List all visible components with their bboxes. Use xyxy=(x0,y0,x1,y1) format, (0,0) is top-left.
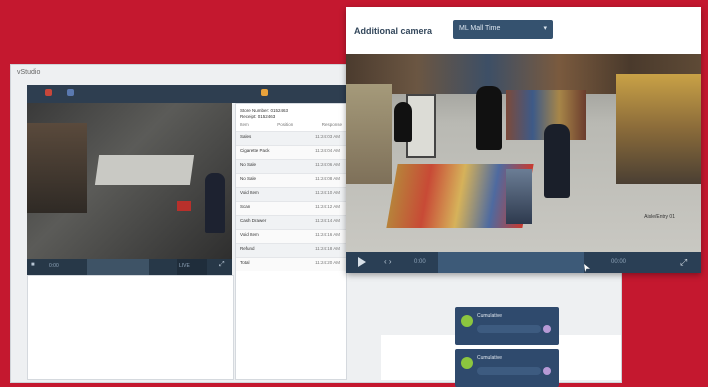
chevron-down-icon: ▾ xyxy=(543,25,547,32)
video-right-shelf xyxy=(616,74,701,184)
register-camera-video[interactable] xyxy=(27,103,232,275)
toolbar-red-icon[interactable] xyxy=(45,89,52,96)
back-live-label: LIVE xyxy=(179,263,190,269)
transaction-label: Cash Drawer xyxy=(240,218,267,223)
alert-label: Cumulative xyxy=(477,355,503,361)
transaction-time: 11:24:10 AM xyxy=(315,190,340,195)
status-green-icon xyxy=(461,357,473,369)
fullscreen-icon[interactable]: ⤢ xyxy=(680,257,687,268)
video-counter xyxy=(94,155,195,185)
col-position: Position xyxy=(277,122,294,127)
transaction-row[interactable]: No Sale 11:24:06 AM xyxy=(236,159,346,173)
back-top-toolbar xyxy=(27,85,357,103)
alert-card[interactable]: Cumulative xyxy=(455,349,559,387)
toolbar-orange-icon[interactable] xyxy=(261,89,268,96)
alert-bar xyxy=(477,367,541,375)
back-fullscreen-icon[interactable]: ⤢ xyxy=(219,261,225,269)
play-icon[interactable] xyxy=(358,257,366,267)
video-person xyxy=(476,86,502,150)
video-person xyxy=(205,173,225,233)
transaction-time: 11:24:20 AM xyxy=(315,260,340,265)
camera-select-dropdown[interactable]: ML Mall Time ▾ xyxy=(453,20,553,39)
status-green-icon xyxy=(461,315,473,327)
transaction-time: 11:24:14 AM xyxy=(315,218,340,223)
back-video-controls: ■ 0:00 LIVE ⤢ xyxy=(27,259,232,275)
col-response: Response xyxy=(321,122,342,127)
back-play-icon[interactable]: ■ xyxy=(31,262,35,268)
transaction-time: 11:24:18 AM xyxy=(315,246,340,251)
camera-select-value: ML Mall Time xyxy=(459,25,501,32)
transaction-row[interactable]: Cigarette Pack 11:24:04 AM xyxy=(236,145,346,159)
alert-label: Cumulative xyxy=(477,313,503,319)
transaction-label: Refund xyxy=(240,246,255,251)
video-item xyxy=(177,201,191,211)
video-left-shelf xyxy=(346,84,392,184)
back-lower-left-panel xyxy=(27,275,234,380)
transaction-row[interactable]: Total 11:24:20 AM xyxy=(236,257,346,271)
transaction-label: Void Item xyxy=(240,232,259,237)
transaction-list: Sales 11:24:03 AM Cigarette Pack 11:24:04 A… xyxy=(236,131,346,271)
additional-camera-title: Additional camera xyxy=(354,26,433,36)
transaction-panel: Store Number: 0152463 Receipt: 0152463 I… xyxy=(235,103,347,380)
transaction-label: Cigarette Pack xyxy=(240,148,270,153)
transaction-row[interactable]: Void Item 11:24:16 AM xyxy=(236,229,346,243)
front-time: 0:00 xyxy=(414,259,426,265)
transaction-label: No Sale xyxy=(240,162,257,167)
back-progress-bar[interactable] xyxy=(87,259,149,275)
col-item: Item xyxy=(240,122,249,127)
back-window-title: vStudio xyxy=(17,69,41,76)
toolbar-blue-icon[interactable] xyxy=(67,89,74,96)
video-person xyxy=(394,102,412,142)
additional-camera-window: Additional camera ML Mall Time ▾ Aisle/E… xyxy=(346,7,701,273)
transaction-row[interactable]: No Sale 11:24:08 AM xyxy=(236,173,346,187)
front-video-controls: ‹ › 0:00 00:00 ⤢ xyxy=(346,252,701,273)
alert-action-icon[interactable] xyxy=(543,367,551,375)
transaction-row[interactable]: Sales 11:24:03 AM xyxy=(236,131,346,145)
transaction-row[interactable]: Scan 11:24:12 AM xyxy=(236,201,346,215)
receipt-number: Receipt: 0152463 xyxy=(240,114,276,119)
transaction-label: Total xyxy=(240,260,250,265)
transaction-time: 11:24:16 AM xyxy=(315,232,340,237)
transaction-time: 11:24:12 AM xyxy=(315,204,340,209)
video-camera-label: Aisle/Entry 01 xyxy=(644,214,675,220)
front-timer: 00:00 xyxy=(611,259,627,265)
transaction-row[interactable]: Cash Drawer 11:24:14 AM xyxy=(236,215,346,229)
mouse-cursor-icon xyxy=(584,264,590,272)
video-person xyxy=(544,124,570,198)
video-shelf xyxy=(27,123,87,213)
skip-icon[interactable]: ‹ › xyxy=(384,257,392,266)
alert-bar xyxy=(477,325,541,333)
transaction-label: Void Item xyxy=(240,190,259,195)
transaction-time: 11:24:06 AM xyxy=(315,162,340,167)
transaction-label: Sales xyxy=(240,134,252,139)
front-progress-bar[interactable] xyxy=(438,252,584,273)
back-time: 0:00 xyxy=(49,263,59,269)
transaction-label: Scan xyxy=(240,204,251,209)
transaction-time: 11:24:08 AM xyxy=(315,176,340,181)
transaction-row[interactable]: Refund 11:24:18 AM xyxy=(236,243,346,257)
transaction-time: 11:24:04 AM xyxy=(315,148,340,153)
video-rack xyxy=(506,169,532,224)
transaction-time: 11:24:03 AM xyxy=(315,134,340,139)
transaction-row[interactable]: Void Item 11:24:10 AM xyxy=(236,187,346,201)
transaction-label: No Sale xyxy=(240,176,257,181)
alert-action-icon[interactable] xyxy=(543,325,551,333)
store-camera-video[interactable]: Aisle/Entry 01 xyxy=(346,54,701,252)
alert-card[interactable]: Cumulative xyxy=(455,307,559,345)
